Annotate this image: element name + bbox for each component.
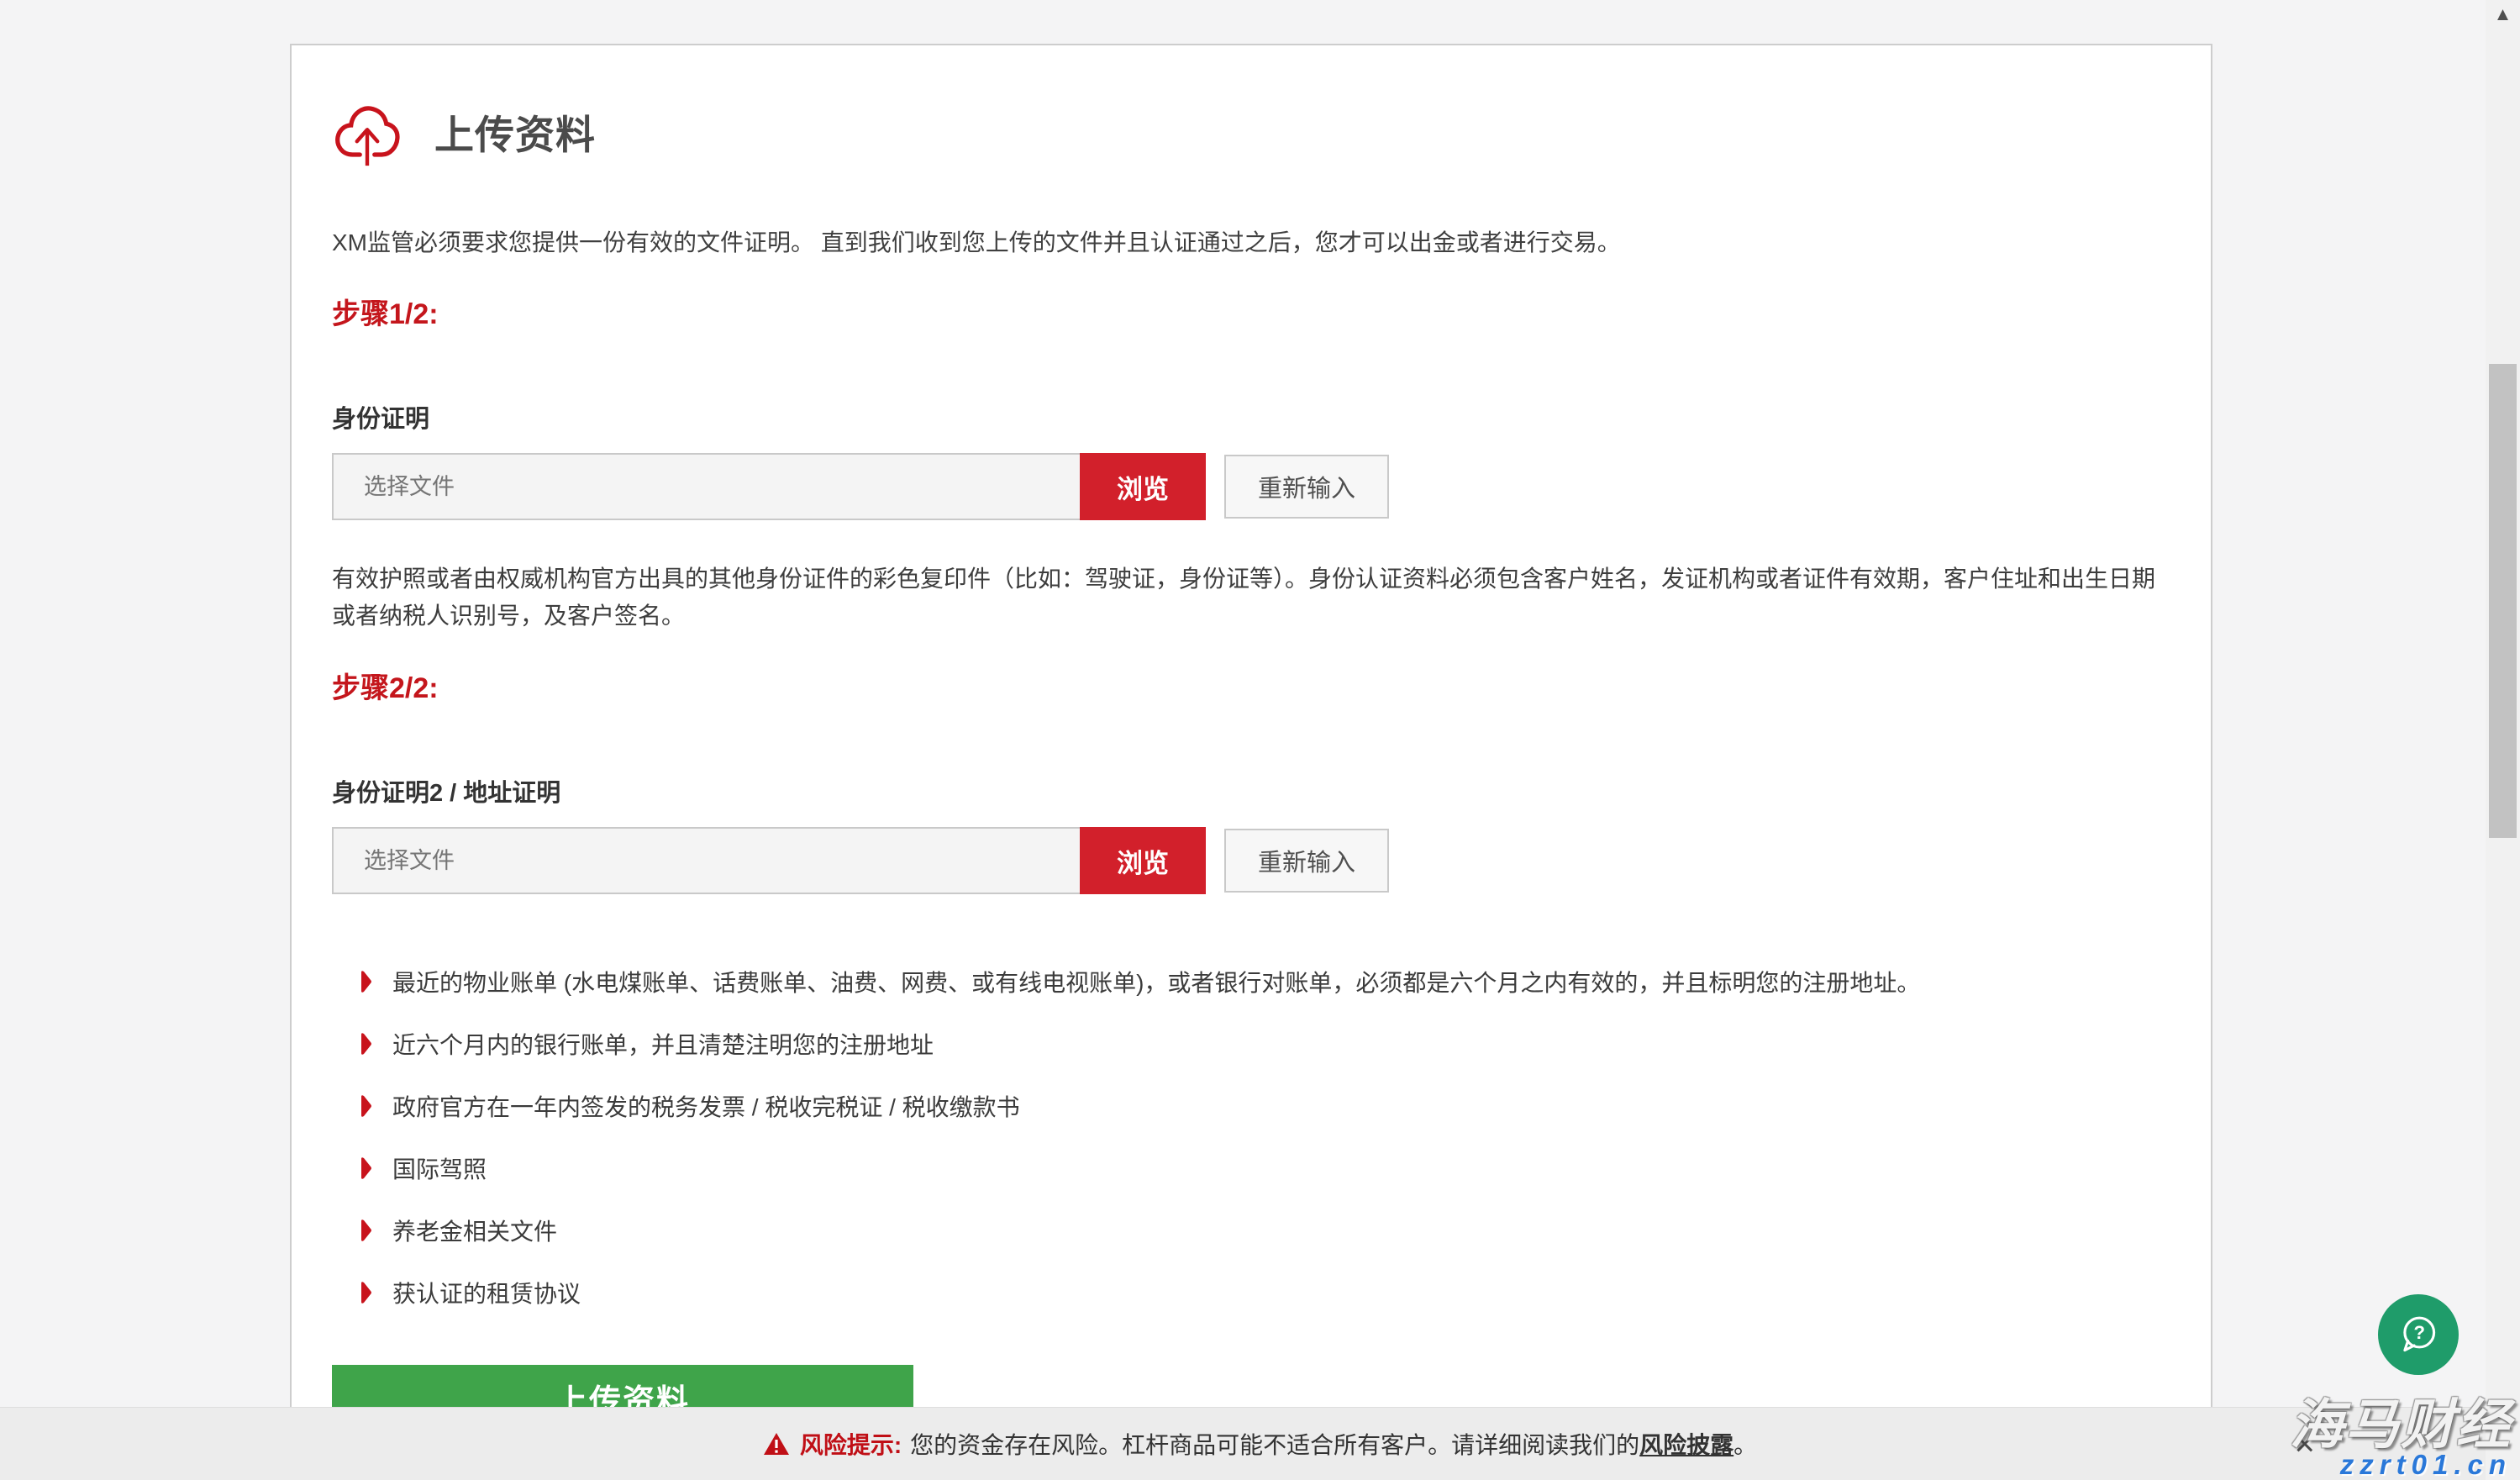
step1-heading: 步骤1/2:	[332, 291, 2160, 332]
list-item: 政府官方在一年内签发的税务发票 / 税收完税证 / 税收缴款书	[332, 1089, 2160, 1123]
list-item-text: 最近的物业账单 (水电煤账单、话费账单、油费、网费、或有线电视账单)，或者银行对…	[392, 965, 1920, 998]
help-chat-button[interactable]: ?	[2378, 1294, 2459, 1375]
help-chat-icon: ?	[2392, 1309, 2444, 1361]
warning-icon	[763, 1432, 790, 1456]
step2-reset-button[interactable]: 重新输入	[1224, 829, 1389, 893]
risk-warning-text-end: 。	[1733, 1427, 1757, 1461]
risk-warning-label: 风险提示:	[800, 1427, 902, 1461]
bullet-arrow-icon	[359, 1093, 372, 1119]
close-icon[interactable]: ×	[2294, 1426, 2315, 1462]
bullet-arrow-icon	[359, 1218, 372, 1243]
list-item: 获认证的租赁协议	[332, 1276, 2160, 1309]
list-item: 国际驾照	[332, 1151, 2160, 1185]
list-item-text: 获认证的租赁协议	[392, 1276, 581, 1309]
risk-warning-bar: 风险提示: 您的资金存在风险。杠杆商品可能不适合所有客户。请详细阅读我们的 风险…	[0, 1407, 2520, 1480]
step1-file-input[interactable]	[332, 453, 1080, 520]
list-item: 最近的物业账单 (水电煤账单、话费账单、油费、网费、或有线电视账单)，或者银行对…	[332, 965, 2160, 998]
step2-browse-button[interactable]: 浏览	[1080, 827, 1206, 894]
step2-heading: 步骤2/2:	[332, 665, 2160, 706]
scrollbar-thumb[interactable]	[2489, 364, 2517, 838]
scroll-up-arrow-icon[interactable]: ▲	[2486, 3, 2520, 25]
bullet-arrow-icon	[359, 1031, 372, 1056]
intro-text: XM监管必须要求您提供一份有效的文件证明。 直到我们收到您上传的文件并且认证通过…	[332, 225, 2160, 261]
step1-reset-button[interactable]: 重新输入	[1224, 455, 1389, 519]
accepted-documents-list: 最近的物业账单 (水电煤账单、话费账单、油费、网费、或有线电视账单)，或者银行对…	[332, 965, 2160, 1309]
bullet-arrow-icon	[359, 969, 372, 994]
risk-disclosure-link[interactable]: 风险披露	[1639, 1427, 1733, 1461]
list-item-text: 养老金相关文件	[392, 1214, 557, 1247]
list-item-text: 政府官方在一年内签发的税务发票 / 税收完税证 / 税收缴款书	[392, 1089, 1020, 1123]
scrollbar-track[interactable]: ▲	[2486, 0, 2520, 1480]
list-item: 近六个月内的银行账单，并且清楚注明您的注册地址	[332, 1027, 2160, 1061]
step1-description: 有效护照或者由权威机构官方出具的其他身份证件的彩色复印件（比如：驾驶证，身份证等…	[332, 561, 2160, 635]
svg-text:?: ?	[2413, 1322, 2425, 1343]
card-header: 上传资料	[332, 92, 2160, 170]
cloud-upload-icon	[332, 92, 402, 170]
step1-upload-row: 浏览 重新输入	[332, 453, 2160, 520]
step1-field-label: 身份证明	[332, 399, 2160, 435]
bullet-arrow-icon	[359, 1280, 372, 1305]
step2-file-input[interactable]	[332, 827, 1080, 894]
bullet-arrow-icon	[359, 1156, 372, 1181]
page: 上传资料 XM监管必须要求您提供一份有效的文件证明。 直到我们收到您上传的文件并…	[0, 0, 2520, 1480]
list-item-text: 国际驾照	[392, 1151, 487, 1185]
step2-upload-row: 浏览 重新输入	[332, 827, 2160, 894]
risk-warning-text: 您的资金存在风险。杠杆商品可能不适合所有客户。请详细阅读我们的	[910, 1427, 1639, 1461]
list-item-text: 近六个月内的银行账单，并且清楚注明您的注册地址	[392, 1027, 934, 1061]
page-title: 上传资料	[434, 103, 596, 161]
upload-documents-card: 上传资料 XM监管必须要求您提供一份有效的文件证明。 直到我们收到您上传的文件并…	[290, 44, 2212, 1480]
step1-browse-button[interactable]: 浏览	[1080, 453, 1206, 520]
step2-field-label: 身份证明2 / 地址证明	[332, 773, 2160, 808]
list-item: 养老金相关文件	[332, 1214, 2160, 1247]
